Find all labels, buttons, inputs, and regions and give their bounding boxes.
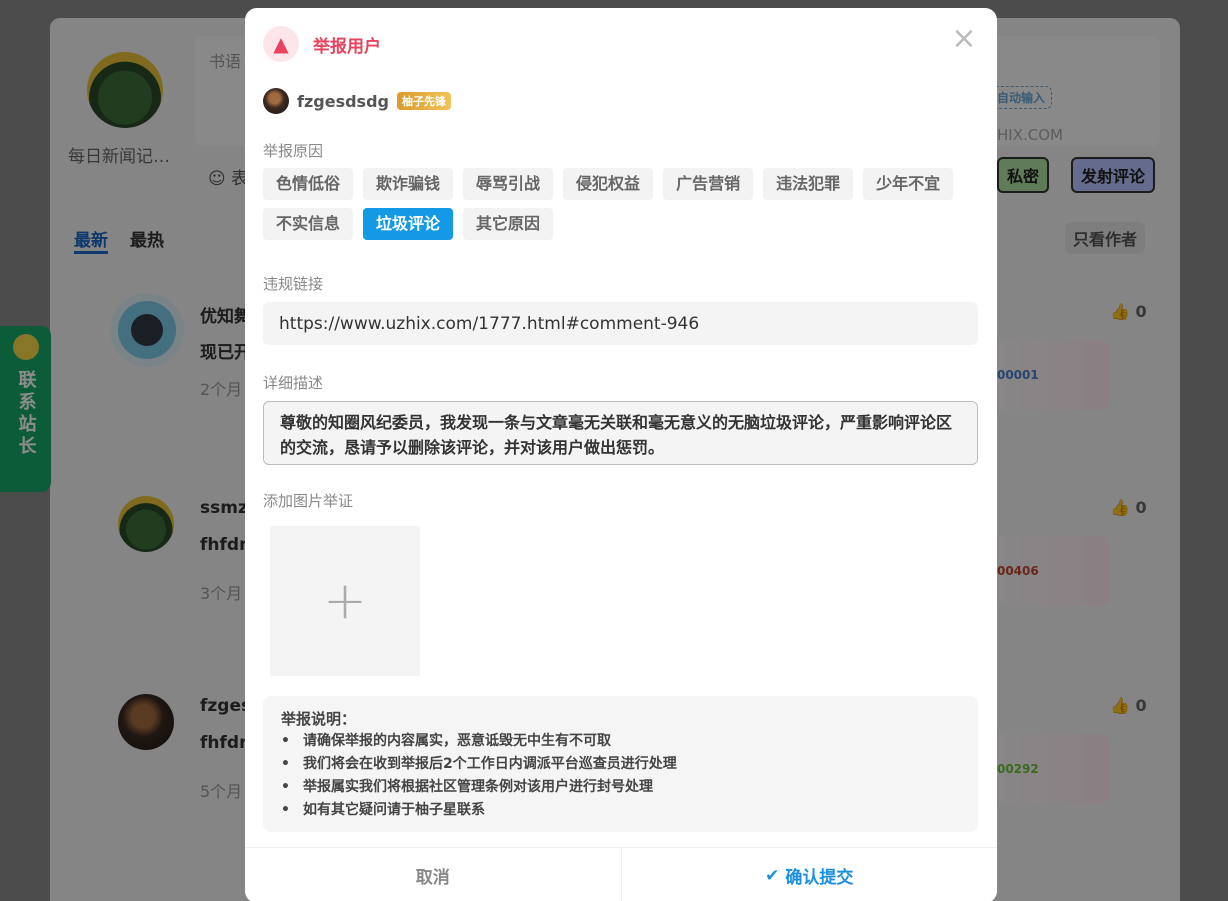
plus-icon: + — [323, 571, 367, 631]
notice-item: 如有其它疑问请于柚子星联系 — [281, 799, 960, 822]
reason-options: 色情低俗 欺诈骗钱 辱骂引战 侵犯权益 广告营销 违法犯罪 少年不宜不实信息 垃圾评论 其它原因 — [263, 168, 983, 240]
notice-title: 举报说明： — [281, 710, 357, 728]
reported-user: fzgesdsdg 柚子先锋 — [263, 88, 451, 114]
confirm-submit-label: 确认提交 — [785, 868, 854, 888]
reason-option[interactable]: 欺诈骗钱 — [363, 168, 454, 200]
reason-option[interactable]: 广告营销 — [663, 168, 754, 200]
description-label: 详细描述 — [263, 374, 324, 392]
link-label: 违规链接 — [263, 275, 324, 293]
reason-option[interactable]: 违法犯罪 — [763, 168, 854, 200]
image-evidence-label: 添加图片举证 — [263, 492, 354, 510]
violation-link-input[interactable] — [263, 302, 978, 345]
reason-option[interactable]: 垃圾评论 — [363, 208, 454, 240]
reported-user-name: fzgesdsdg — [297, 91, 389, 111]
upload-image-button[interactable]: + — [270, 526, 420, 676]
reason-label: 举报原因 — [263, 142, 324, 160]
modal-header: ▲ 举报用户 — [263, 26, 381, 62]
report-notice: 举报说明： 请确保举报的内容属实，恶意诋毁无中生有不可取我们将会在收到举报后2个… — [263, 696, 978, 832]
modal-footer: 取消 ✔ 确认提交 — [245, 847, 997, 901]
reason-option[interactable]: 色情低俗 — [263, 168, 354, 200]
user-badge: 柚子先锋 — [396, 92, 451, 110]
check-icon: ✔ — [765, 865, 780, 886]
notice-item: 举报属实我们将根据社区管理条例对该用户进行封号处理 — [281, 776, 960, 799]
reason-option[interactable]: 侵犯权益 — [563, 168, 654, 200]
reason-option[interactable]: 其它原因 — [463, 208, 554, 240]
confirm-submit-button[interactable]: ✔ 确认提交 — [622, 848, 998, 901]
cancel-button[interactable]: 取消 — [245, 848, 622, 901]
description-textarea[interactable]: 尊敬的知圈风纪委员，我发现一条与文章毫无关联和毫无意义的无脑垃圾评论，严重影响评… — [263, 401, 978, 465]
reason-option[interactable]: 不实信息 — [263, 208, 354, 240]
notice-item: 我们将会在收到举报后2个工作日内调派平台巡查员进行处理 — [281, 753, 960, 776]
warning-icon: ▲ — [263, 26, 299, 62]
notice-item: 请确保举报的内容属实，恶意诋毁无中生有不可取 — [281, 730, 960, 753]
reported-user-avatar — [263, 88, 289, 114]
notice-list: 请确保举报的内容属实，恶意诋毁无中生有不可取我们将会在收到举报后2个工作日内调派… — [281, 730, 960, 822]
report-user-modal: ▲ 举报用户 × fzgesdsdg 柚子先锋 举报原因 色情低俗 欺诈骗钱 辱骂引… — [245, 8, 997, 901]
reason-option[interactable]: 辱骂引战 — [463, 168, 554, 200]
modal-title: 举报用户 — [313, 36, 381, 57]
reason-option[interactable]: 少年不宜 — [863, 168, 954, 200]
close-icon[interactable]: × — [951, 24, 977, 54]
